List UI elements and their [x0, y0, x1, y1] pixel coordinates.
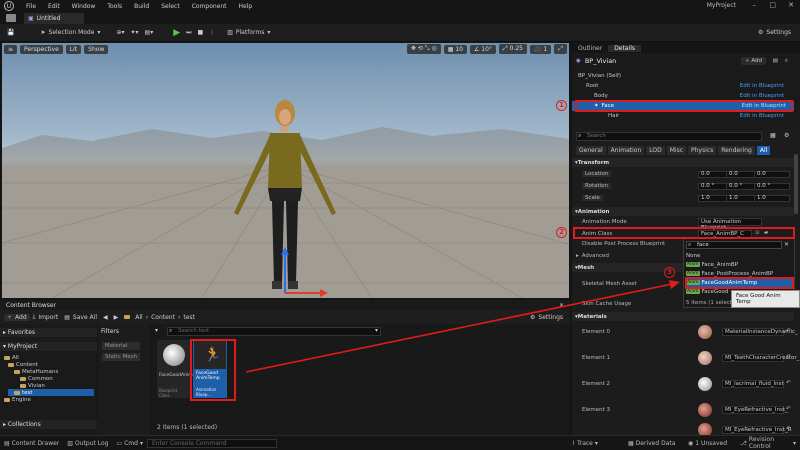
annotation-arrow — [245, 280, 680, 373]
